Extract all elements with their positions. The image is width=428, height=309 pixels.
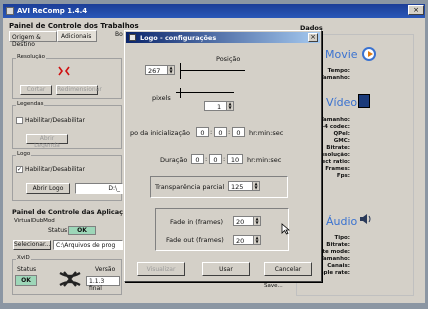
posicao-slider-track[interactable] — [180, 70, 245, 71]
tab-adicionais[interactable]: Adicionais — [57, 30, 97, 42]
dialog-title: Logo - configurações — [140, 34, 217, 42]
usar-button[interactable]: Usar — [202, 262, 250, 276]
posicao-slider-handle[interactable] — [180, 63, 181, 79]
cortar-button[interactable]: Cortar — [20, 85, 52, 95]
duracao-seconds[interactable]: 10 — [227, 154, 243, 164]
logo-path-field[interactable]: D:\_ — [75, 183, 123, 194]
tab-origem-destino[interactable]: Origem & Destino — [9, 31, 57, 48]
app-title: AVI ReComp 1.4.4 — [17, 7, 88, 15]
mouse-cursor-icon — [281, 223, 291, 237]
fadeout-spin-buttons[interactable]: ▲ ▼ — [253, 236, 260, 244]
pixels-slider-track[interactable] — [176, 92, 234, 93]
virtualdubmod-label: VirtualDubMod — [14, 218, 55, 224]
visualizar-button[interactable]: Visualizar — [137, 262, 185, 276]
logo-checkbox-box[interactable]: ✓ — [16, 166, 23, 173]
fadeout-label: Fade out (frames) — [166, 236, 224, 244]
pixels-slider-handle[interactable] — [180, 88, 181, 98]
dialog-titlebar: Logo - configurações — [126, 32, 320, 43]
window-close-button[interactable]: × — [408, 5, 424, 15]
posicao-spinbox[interactable]: 267 ▲ ▼ — [145, 65, 175, 75]
cancelar-button[interactable]: Cancelar — [264, 262, 312, 276]
xvid-version-label: Versão — [95, 266, 116, 273]
apps-panel-title: Painel de Controle das Aplicaç — [12, 208, 123, 216]
logo-checkbox-label: Habilitar/Desabilitar — [25, 166, 85, 173]
left-panel-title: Painel de Controle dos Trabalhos — [9, 22, 139, 30]
inicio-unit-label: hr:min:sec — [249, 129, 284, 137]
abrir-logo-button[interactable]: Abrir Logo — [26, 183, 70, 194]
duracao-label: Duração — [160, 156, 188, 164]
vdm-status-label: Status — [48, 227, 68, 234]
fade-group — [155, 208, 289, 251]
fadein-spin-buttons[interactable]: ▲ ▼ — [253, 217, 260, 225]
logo-checkbox[interactable]: ✓ Habilitar/Desabilitar — [16, 166, 85, 173]
pixels-spinbox[interactable]: 1 ▲ ▼ — [204, 101, 234, 111]
redimensionar-button[interactable]: Redimensionar — [56, 85, 102, 95]
app-titlebar: AVI ReComp 1.4.4 — [3, 4, 425, 18]
transparencia-label: Transparência parcial — [155, 183, 225, 191]
duracao-minutes[interactable]: 0 — [209, 154, 222, 164]
transparencia-spin-buttons[interactable]: ▲ ▼ — [252, 182, 259, 190]
logo-group-label: Logo — [16, 151, 32, 157]
inicio-hours[interactable]: 0 — [196, 127, 209, 137]
duracao-hours[interactable]: 0 — [191, 154, 204, 164]
posicao-spin-buttons[interactable]: ▲ ▼ — [167, 66, 174, 74]
transparencia-spinbox[interactable]: 125 ▲ ▼ — [228, 181, 260, 191]
save-partial-label[interactable]: Save... — [264, 283, 283, 289]
pixels-spin-buttons[interactable]: ▲ ▼ — [226, 102, 233, 110]
duracao-unit-label: hr:min:sec — [247, 156, 282, 164]
selecionar-button[interactable]: Selecionar... — [13, 240, 51, 250]
video-heading: Vídeo — [326, 96, 358, 109]
transparencia-value: 125 — [231, 183, 244, 191]
dialog-close-button[interactable]: × — [308, 33, 318, 42]
fadeout-value: 20 — [236, 237, 245, 245]
video-film-icon — [358, 94, 370, 108]
legendas-checkbox-box[interactable] — [16, 117, 23, 124]
pixels-label: pixels — [152, 94, 171, 102]
movie-play-icon — [362, 47, 376, 61]
xvid-status-badge: OK — [15, 275, 37, 286]
resize-arrows-icon — [58, 66, 70, 78]
tab-partial: Bo — [115, 31, 123, 38]
abrir-legenda-button[interactable]: Abrir Legenda — [26, 134, 68, 149]
fadeout-spinbox[interactable]: 20 ▲ ▼ — [233, 235, 261, 245]
vdm-status-badge: OK — [68, 226, 96, 235]
speaker-icon — [358, 212, 372, 228]
posicao-label: Posição — [216, 55, 241, 63]
inicio-minutes[interactable]: 0 — [214, 127, 227, 137]
legendas-checkbox-label: Habilitar/Desabilitar — [25, 117, 85, 124]
xvid-status-label: Status — [17, 266, 37, 273]
vdm-path-field[interactable]: C:\Arquivos de prog — [53, 240, 123, 250]
inicializacao-label: po da inicialização — [130, 129, 190, 137]
xvid-version-field: 1.1.3 final — [86, 276, 120, 292]
audio-heading: Áudio — [326, 215, 358, 228]
pixels-value: 1 — [217, 103, 222, 111]
dialog-app-icon — [129, 34, 136, 41]
app-icon — [6, 7, 14, 15]
inicio-seconds[interactable]: 0 — [232, 127, 245, 137]
posicao-value: 267 — [148, 67, 161, 75]
fadein-spinbox[interactable]: 20 ▲ ▼ — [233, 216, 261, 226]
movie-heading: Movie — [325, 48, 358, 61]
xvid-label: XviD — [16, 255, 31, 261]
legendas-label: Legendas — [16, 101, 45, 107]
legendas-checkbox[interactable]: Habilitar/Desabilitar — [16, 117, 85, 124]
fadein-value: 20 — [236, 218, 245, 226]
fadein-label: Fade in (frames) — [170, 218, 224, 226]
resolucao-label: Resolução — [16, 54, 46, 60]
logo-group: Logo — [12, 151, 122, 201]
xvid-logo-icon — [58, 271, 82, 289]
